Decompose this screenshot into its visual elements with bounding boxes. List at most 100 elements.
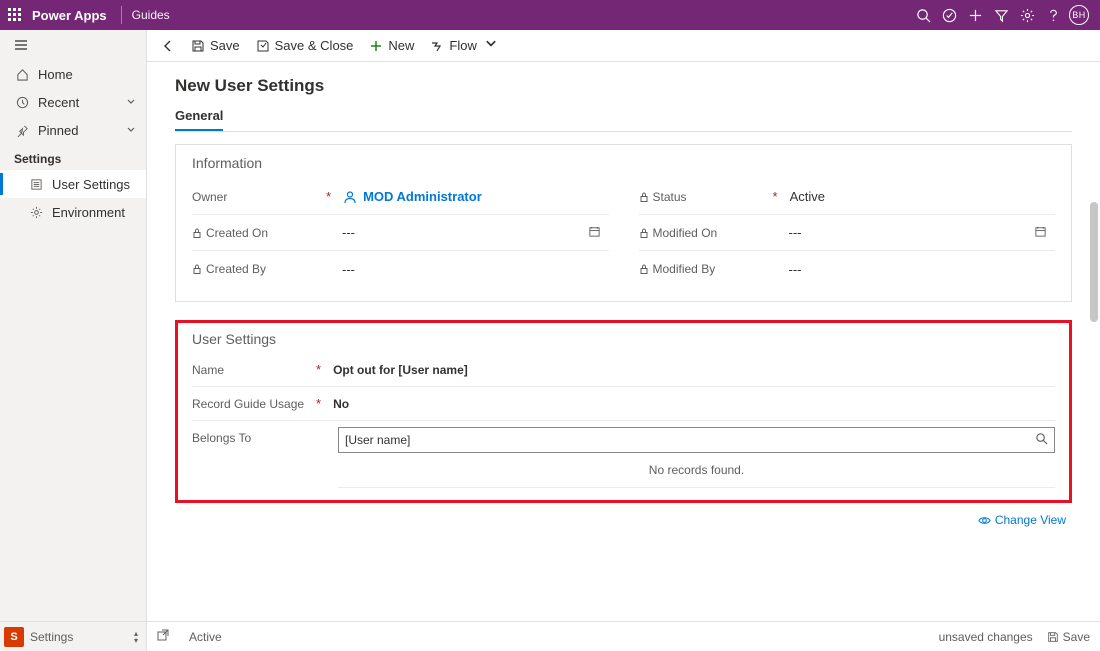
- updown-icon[interactable]: ▴▾: [134, 630, 138, 644]
- main-area: Save Save & Close New Flow New User Sett…: [147, 30, 1100, 621]
- required-indicator: *: [316, 362, 321, 377]
- flow-button[interactable]: Flow: [422, 30, 505, 61]
- section-title: Information: [192, 155, 1055, 171]
- field-created-on[interactable]: Created On ---: [192, 215, 609, 251]
- field-record-guide-usage[interactable]: Record Guide Usage * No: [192, 387, 1055, 421]
- link-label: Change View: [995, 513, 1066, 527]
- nav-label: Home: [38, 67, 73, 82]
- brand-label: Power Apps: [32, 8, 107, 23]
- change-view-row: Change View: [175, 513, 1066, 532]
- calendar-icon[interactable]: [1034, 225, 1047, 241]
- area-label: Settings: [30, 630, 73, 644]
- nav-home[interactable]: Home: [0, 60, 146, 88]
- field-label: Created By: [206, 262, 266, 276]
- status-bar: S Settings ▴▾ Active unsaved changes Sav…: [0, 621, 1100, 651]
- tab-general[interactable]: General: [175, 104, 223, 131]
- nav-label: Environment: [52, 205, 125, 220]
- field-modified-on[interactable]: Modified On ---: [639, 215, 1056, 251]
- help-icon[interactable]: [1040, 0, 1066, 30]
- field-value: Opt out for [User name]: [333, 363, 468, 377]
- nav-environment[interactable]: Environment: [0, 198, 146, 226]
- filter-icon[interactable]: [988, 0, 1014, 30]
- field-value: ---: [789, 262, 802, 277]
- area-switcher[interactable]: S Settings ▴▾: [0, 622, 147, 651]
- field-label: Modified On: [653, 226, 718, 240]
- field-belongs-to: Belongs To [User name] No records found.: [192, 421, 1055, 488]
- cmd-label: Save: [210, 38, 240, 53]
- belongs-to-lookup[interactable]: [User name]: [338, 427, 1055, 453]
- app-launcher-icon[interactable]: [8, 8, 22, 22]
- save-button[interactable]: Save: [183, 30, 248, 61]
- field-value: ---: [789, 225, 802, 240]
- hamburger-icon[interactable]: [0, 30, 146, 60]
- save-close-button[interactable]: Save & Close: [248, 30, 362, 61]
- field-name[interactable]: Name * Opt out for [User name]: [192, 353, 1055, 387]
- save-icon: [1047, 631, 1059, 643]
- field-label: Name: [192, 363, 224, 377]
- field-value: Active: [790, 189, 825, 204]
- field-created-by[interactable]: Created By ---: [192, 251, 609, 287]
- back-button[interactable]: [153, 39, 183, 53]
- required-indicator: *: [326, 189, 331, 204]
- field-label: Owner: [192, 190, 227, 204]
- field-value: ---: [342, 262, 355, 277]
- header-divider: [121, 6, 122, 24]
- lock-icon: [639, 264, 649, 274]
- clock-icon: [14, 96, 30, 109]
- popout-icon[interactable]: [157, 629, 169, 644]
- field-modified-by[interactable]: Modified By ---: [639, 251, 1056, 287]
- user-settings-section: User Settings Name * Opt out for [User n…: [175, 320, 1072, 503]
- unsaved-indicator: unsaved changes: [939, 630, 1033, 644]
- command-bar: Save Save & Close New Flow: [147, 30, 1100, 62]
- person-icon: [343, 190, 357, 204]
- field-status[interactable]: Status * Active: [639, 179, 1056, 215]
- pin-icon: [14, 124, 30, 137]
- lock-icon: [639, 228, 649, 238]
- chevron-down-icon: [126, 95, 136, 110]
- change-view-link[interactable]: Change View: [978, 513, 1066, 527]
- nav-recent[interactable]: Recent: [0, 88, 146, 116]
- sidebar: Home Recent Pinned Settings User Setting…: [0, 30, 147, 621]
- lock-icon: [192, 264, 202, 274]
- chevron-down-icon: [126, 123, 136, 138]
- add-icon[interactable]: [962, 0, 988, 30]
- footer-save-button[interactable]: Save: [1047, 630, 1090, 644]
- nav-label: User Settings: [52, 177, 130, 192]
- user-avatar[interactable]: BH: [1066, 0, 1092, 30]
- nav-pinned[interactable]: Pinned: [0, 116, 146, 144]
- scrollbar-thumb[interactable]: [1090, 202, 1098, 322]
- cmd-label: Save & Close: [275, 38, 354, 53]
- nav-label: Pinned: [38, 123, 78, 138]
- eye-icon: [978, 514, 991, 527]
- new-button[interactable]: New: [361, 30, 422, 61]
- no-records-message: No records found.: [338, 453, 1055, 488]
- home-icon: [14, 68, 30, 81]
- lookup-value: [User name]: [345, 433, 410, 447]
- app-header: Power Apps Guides BH: [0, 0, 1100, 30]
- chevron-down-icon: [484, 37, 498, 54]
- save-close-icon: [256, 39, 270, 53]
- search-icon[interactable]: [910, 0, 936, 30]
- settings-gear-icon[interactable]: [1014, 0, 1040, 30]
- list-icon: [28, 178, 44, 191]
- field-label: Modified By: [653, 262, 716, 276]
- required-indicator: *: [316, 396, 321, 411]
- calendar-icon[interactable]: [588, 225, 601, 241]
- task-icon[interactable]: [936, 0, 962, 30]
- field-value: ---: [342, 225, 355, 240]
- plus-icon: [369, 39, 383, 53]
- section-label: Settings: [0, 144, 146, 170]
- section-title: User Settings: [192, 331, 1055, 347]
- field-owner[interactable]: Owner * MOD Administrator: [192, 179, 609, 215]
- nav-label: Recent: [38, 95, 79, 110]
- cmd-label: New: [388, 38, 414, 53]
- field-label: Created On: [206, 226, 268, 240]
- search-icon[interactable]: [1035, 432, 1048, 448]
- field-label: Status: [653, 190, 687, 204]
- information-section: Information Owner * MOD Administrator: [175, 144, 1072, 302]
- cmd-label: Flow: [449, 38, 476, 53]
- field-value: No: [333, 397, 349, 411]
- area-label[interactable]: Guides: [132, 8, 170, 22]
- nav-user-settings[interactable]: User Settings: [0, 170, 146, 198]
- gear-icon: [28, 206, 44, 219]
